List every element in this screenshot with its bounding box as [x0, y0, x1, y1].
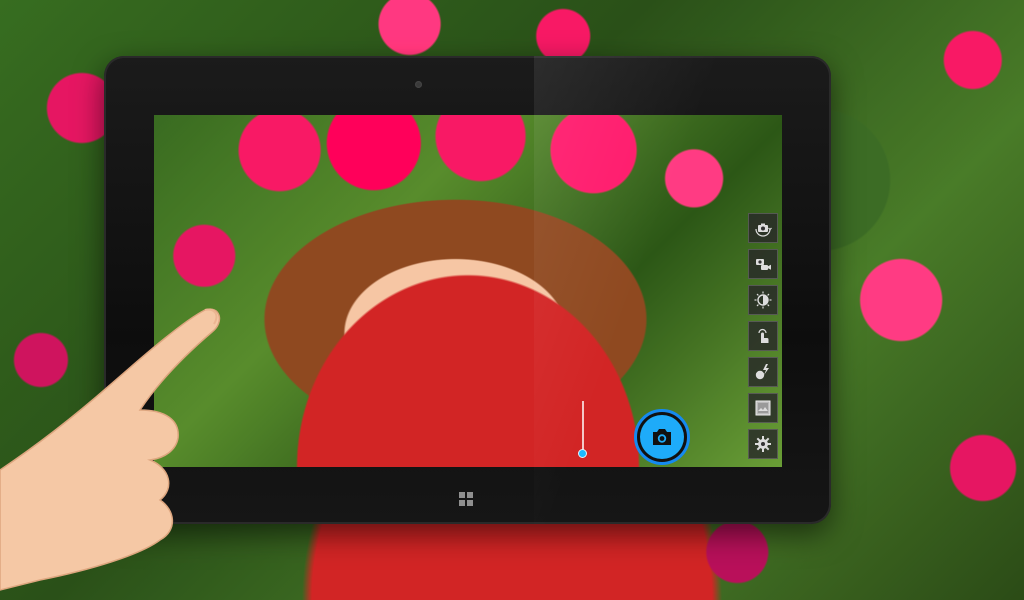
- zoom-slider-handle[interactable]: [578, 449, 587, 458]
- brightness-icon: [754, 291, 772, 309]
- camera-rotate-icon: [755, 223, 772, 237]
- gallery-button[interactable]: [748, 393, 778, 423]
- video-mode-button[interactable]: [748, 249, 778, 279]
- flash-button[interactable]: [748, 357, 778, 387]
- gear-icon: [755, 436, 771, 452]
- settings-button[interactable]: [748, 429, 778, 459]
- switch-camera-button[interactable]: [748, 213, 778, 243]
- gallery-thumbnail-icon: [755, 400, 771, 416]
- background-photo: [0, 0, 1024, 600]
- flash-icon: [755, 364, 769, 380]
- exposure-button[interactable]: [748, 285, 778, 315]
- camera-toolbar: [748, 213, 778, 459]
- windows-logo-icon[interactable]: [459, 492, 473, 506]
- camera-icon: [640, 415, 684, 459]
- tablet-device: [104, 56, 831, 524]
- front-camera: [415, 81, 422, 88]
- camera-viewfinder[interactable]: [154, 115, 782, 467]
- shutter-button[interactable]: [634, 409, 690, 465]
- touch-focus-button[interactable]: [748, 321, 778, 351]
- zoom-slider[interactable]: [582, 401, 584, 453]
- video-camera-icon: [756, 259, 771, 270]
- touch-focus-icon: [758, 328, 769, 343]
